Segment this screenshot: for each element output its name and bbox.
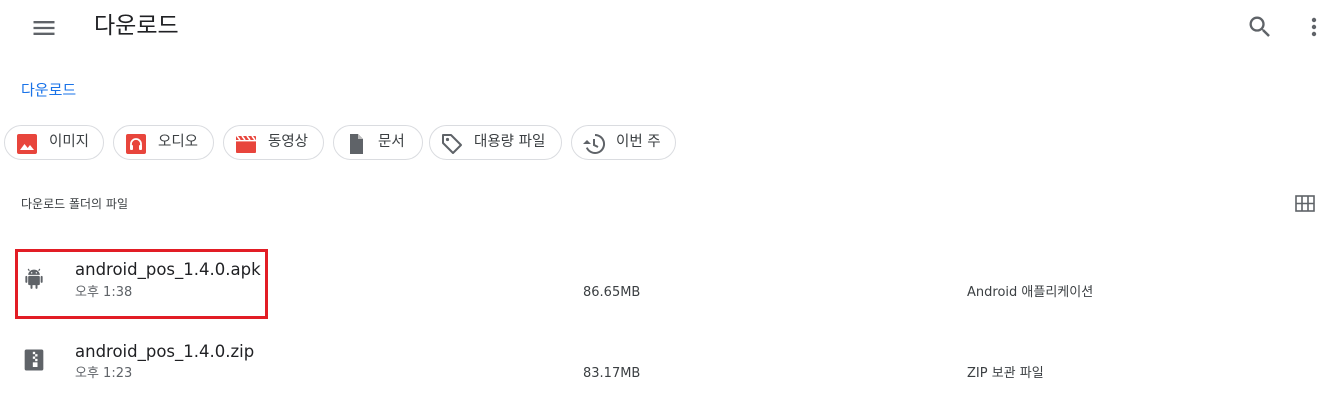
page-title: 다운로드 (94, 13, 179, 39)
file-date: 오후 1:23 (75, 366, 133, 381)
chip-label: 이미지 (49, 134, 90, 150)
chip-label: 오디오 (158, 134, 199, 150)
chip-images[interactable]: 이미지 (4, 125, 104, 160)
search-icon[interactable] (1246, 13, 1274, 41)
chip-video[interactable]: 동영상 (223, 125, 324, 160)
file-name: android_pos_1.4.0.zip (75, 342, 255, 361)
grid-view-icon[interactable] (1294, 193, 1316, 215)
chip-audio[interactable]: 오디오 (113, 125, 214, 160)
file-type: Android 애플리케이션 (967, 285, 1094, 300)
breadcrumb[interactable]: 다운로드 (21, 79, 76, 101)
headphones-icon (124, 132, 148, 156)
document-icon (344, 132, 368, 156)
file-date: 오후 1:38 (75, 285, 133, 300)
image-icon (15, 132, 39, 156)
file-name: android_pos_1.4.0.apk (75, 260, 261, 279)
file-row[interactable]: android_pos_1.4.0.zip 오후 1:23 83.17MB ZI… (0, 332, 1341, 402)
file-type: ZIP 보관 파일 (967, 366, 1044, 381)
top-app-bar: 다운로드 (0, 0, 1341, 56)
file-size: 83.17MB (583, 366, 641, 381)
chip-label: 대용량 파일 (474, 134, 546, 150)
movie-icon (234, 132, 258, 156)
history-icon (582, 132, 606, 156)
chip-label: 동영상 (268, 134, 309, 150)
zip-icon (20, 346, 48, 374)
android-icon (20, 265, 48, 293)
menu-icon[interactable] (30, 14, 58, 42)
file-row[interactable]: android_pos_1.4.0.apk 오후 1:38 86.65MB An… (0, 251, 1341, 321)
chip-large-files[interactable]: 대용량 파일 (429, 125, 562, 160)
section-label: 다운로드 폴더의 파일 (21, 197, 128, 211)
tag-icon (440, 132, 464, 156)
chip-label: 문서 (378, 134, 405, 150)
more-vert-icon[interactable] (1302, 13, 1326, 41)
file-size: 86.65MB (583, 285, 641, 300)
chip-this-week[interactable]: 이번 주 (571, 125, 676, 160)
chip-documents[interactable]: 문서 (333, 125, 423, 160)
chip-label: 이번 주 (616, 134, 661, 150)
